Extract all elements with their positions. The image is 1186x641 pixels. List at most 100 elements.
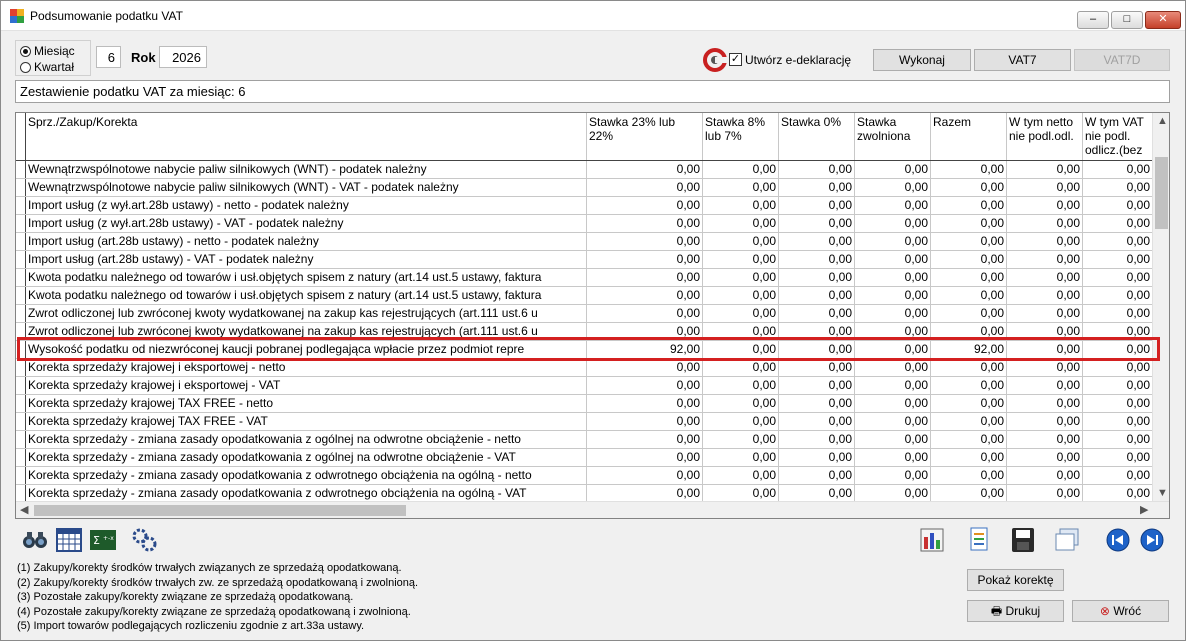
row-indicator[interactable] xyxy=(16,269,26,286)
vertical-scrollbar[interactable]: ▲ ▼ xyxy=(1152,113,1169,503)
row-value-cell[interactable]: 0,00 xyxy=(1007,161,1083,178)
row-value-cell[interactable]: 0,00 xyxy=(587,197,703,214)
row-name-cell[interactable]: Korekta sprzedaży - zmiana zasady opodat… xyxy=(26,485,587,502)
row-value-cell[interactable]: 0,00 xyxy=(587,395,703,412)
row-value-cell[interactable]: 0,00 xyxy=(703,341,779,358)
row-value-cell[interactable]: 0,00 xyxy=(1007,485,1083,502)
row-value-cell[interactable]: 0,00 xyxy=(587,305,703,322)
row-value-cell[interactable]: 0,00 xyxy=(1083,485,1153,502)
row-value-cell[interactable]: 0,00 xyxy=(703,179,779,196)
row-value-cell[interactable]: 0,00 xyxy=(779,377,855,394)
row-value-cell[interactable]: 0,00 xyxy=(931,233,1007,250)
row-value-cell[interactable]: 0,00 xyxy=(779,467,855,484)
row-name-cell[interactable]: Korekta sprzedaży krajowej TAX FREE - VA… xyxy=(26,413,587,430)
row-value-cell[interactable]: 0,00 xyxy=(703,323,779,340)
show-correction-button[interactable]: Pokaż korektę xyxy=(967,569,1064,591)
row-value-cell[interactable]: 0,00 xyxy=(587,251,703,268)
row-value-cell[interactable]: 0,00 xyxy=(1007,377,1083,394)
row-value-cell[interactable]: 0,00 xyxy=(779,215,855,232)
row-value-cell[interactable]: 0,00 xyxy=(1083,359,1153,376)
row-indicator[interactable] xyxy=(16,431,26,448)
row-value-cell[interactable]: 0,00 xyxy=(703,161,779,178)
row-value-cell[interactable]: 0,00 xyxy=(931,413,1007,430)
row-value-cell[interactable]: 0,00 xyxy=(1083,197,1153,214)
row-name-cell[interactable]: Kwota podatku należnego od towarów i usł… xyxy=(26,287,587,304)
row-value-cell[interactable]: 0,00 xyxy=(587,233,703,250)
row-value-cell[interactable]: 0,00 xyxy=(931,287,1007,304)
row-value-cell[interactable]: 0,00 xyxy=(855,449,931,466)
save-icon[interactable] xyxy=(1009,527,1037,553)
scroll-right-icon[interactable]: ▶ xyxy=(1140,503,1148,516)
row-value-cell[interactable]: 0,00 xyxy=(931,431,1007,448)
row-value-cell[interactable]: 0,00 xyxy=(1083,467,1153,484)
row-value-cell[interactable]: 0,00 xyxy=(855,395,931,412)
row-value-cell[interactable]: 0,00 xyxy=(1007,179,1083,196)
row-name-cell[interactable]: Korekta sprzedaży krajowej i eksportowej… xyxy=(26,359,587,376)
row-value-cell[interactable]: 0,00 xyxy=(1083,215,1153,232)
row-value-cell[interactable]: 0,00 xyxy=(779,305,855,322)
row-value-cell[interactable]: 92,00 xyxy=(587,341,703,358)
row-value-cell[interactable]: 0,00 xyxy=(779,395,855,412)
table-row[interactable]: Korekta sprzedaży - zmiana zasady opodat… xyxy=(16,449,1153,467)
table-row[interactable]: Wysokość podatku od niezwróconej kaucji … xyxy=(16,341,1153,359)
row-value-cell[interactable]: 0,00 xyxy=(587,467,703,484)
binoculars-icon[interactable] xyxy=(21,527,49,553)
row-value-cell[interactable]: 0,00 xyxy=(779,341,855,358)
row-value-cell[interactable]: 0,00 xyxy=(1007,251,1083,268)
next-icon[interactable] xyxy=(1138,527,1166,553)
row-indicator[interactable] xyxy=(16,485,26,502)
row-value-cell[interactable]: 0,00 xyxy=(703,197,779,214)
gears-icon[interactable] xyxy=(131,527,159,553)
header-vat-nondeductible[interactable]: W tym VAT nie podl. odlicz.(bez xyxy=(1083,113,1153,160)
row-value-cell[interactable]: 0,00 xyxy=(779,287,855,304)
row-value-cell[interactable]: 0,00 xyxy=(855,179,931,196)
row-value-cell[interactable]: 0,00 xyxy=(1083,161,1153,178)
row-value-cell[interactable]: 0,00 xyxy=(779,323,855,340)
table-row[interactable]: Kwota podatku należnego od towarów i usł… xyxy=(16,269,1153,287)
row-name-cell[interactable]: Import usług (z wył.art.28b ustawy) - ne… xyxy=(26,197,587,214)
row-value-cell[interactable]: 0,00 xyxy=(1007,359,1083,376)
row-value-cell[interactable]: 0,00 xyxy=(587,359,703,376)
row-value-cell[interactable]: 0,00 xyxy=(587,269,703,286)
row-name-cell[interactable]: Import usług (art.28b ustawy) - VAT - po… xyxy=(26,251,587,268)
row-indicator[interactable] xyxy=(16,467,26,484)
table-row[interactable]: Korekta sprzedaży - zmiana zasady opodat… xyxy=(16,467,1153,485)
scroll-up-icon[interactable]: ▲ xyxy=(1157,115,1168,127)
row-value-cell[interactable]: 0,00 xyxy=(779,197,855,214)
row-value-cell[interactable]: 0,00 xyxy=(1007,341,1083,358)
row-value-cell[interactable]: 0,00 xyxy=(1007,197,1083,214)
row-value-cell[interactable]: 0,00 xyxy=(1007,269,1083,286)
row-value-cell[interactable]: 0,00 xyxy=(1007,233,1083,250)
row-value-cell[interactable]: 0,00 xyxy=(779,251,855,268)
back-button[interactable]: ⊗ Wróć xyxy=(1072,600,1169,622)
row-value-cell[interactable]: 0,00 xyxy=(703,431,779,448)
calendar-grid-icon[interactable] xyxy=(55,527,83,553)
row-indicator[interactable] xyxy=(16,215,26,232)
row-value-cell[interactable]: 0,00 xyxy=(855,467,931,484)
row-value-cell[interactable]: 0,00 xyxy=(855,161,931,178)
copy-icon[interactable] xyxy=(1053,527,1081,553)
table-row[interactable]: Wewnątrzwspólnotowe nabycie paliw silnik… xyxy=(16,179,1153,197)
header-rate23[interactable]: Stawka 23% lub 22% xyxy=(587,113,703,160)
row-value-cell[interactable]: 0,00 xyxy=(779,269,855,286)
row-value-cell[interactable]: 0,00 xyxy=(703,485,779,502)
horizontal-scroll-thumb[interactable] xyxy=(34,505,406,516)
row-indicator[interactable] xyxy=(16,287,26,304)
formula-icon[interactable]: Σ +-x xyxy=(89,527,117,553)
row-name-cell[interactable]: Korekta sprzedaży - zmiana zasady opodat… xyxy=(26,449,587,466)
table-row[interactable]: Korekta sprzedaży krajowej i eksportowej… xyxy=(16,377,1153,395)
row-value-cell[interactable]: 92,00 xyxy=(931,341,1007,358)
vat-table[interactable]: Sprz./Zakup/Korekta Stawka 23% lub 22% S… xyxy=(15,112,1170,519)
row-value-cell[interactable]: 0,00 xyxy=(1083,269,1153,286)
row-indicator[interactable] xyxy=(16,377,26,394)
row-value-cell[interactable]: 0,00 xyxy=(703,251,779,268)
row-indicator[interactable] xyxy=(16,251,26,268)
print-button[interactable]: 🖶 Drukuj xyxy=(967,600,1064,622)
row-value-cell[interactable]: 0,00 xyxy=(855,359,931,376)
row-value-cell[interactable]: 0,00 xyxy=(703,413,779,430)
row-value-cell[interactable]: 0,00 xyxy=(1007,215,1083,232)
row-value-cell[interactable]: 0,00 xyxy=(855,341,931,358)
row-value-cell[interactable]: 0,00 xyxy=(1007,287,1083,304)
row-value-cell[interactable]: 0,00 xyxy=(779,413,855,430)
row-name-cell[interactable]: Korekta sprzedaży krajowej i eksportowej… xyxy=(26,377,587,394)
